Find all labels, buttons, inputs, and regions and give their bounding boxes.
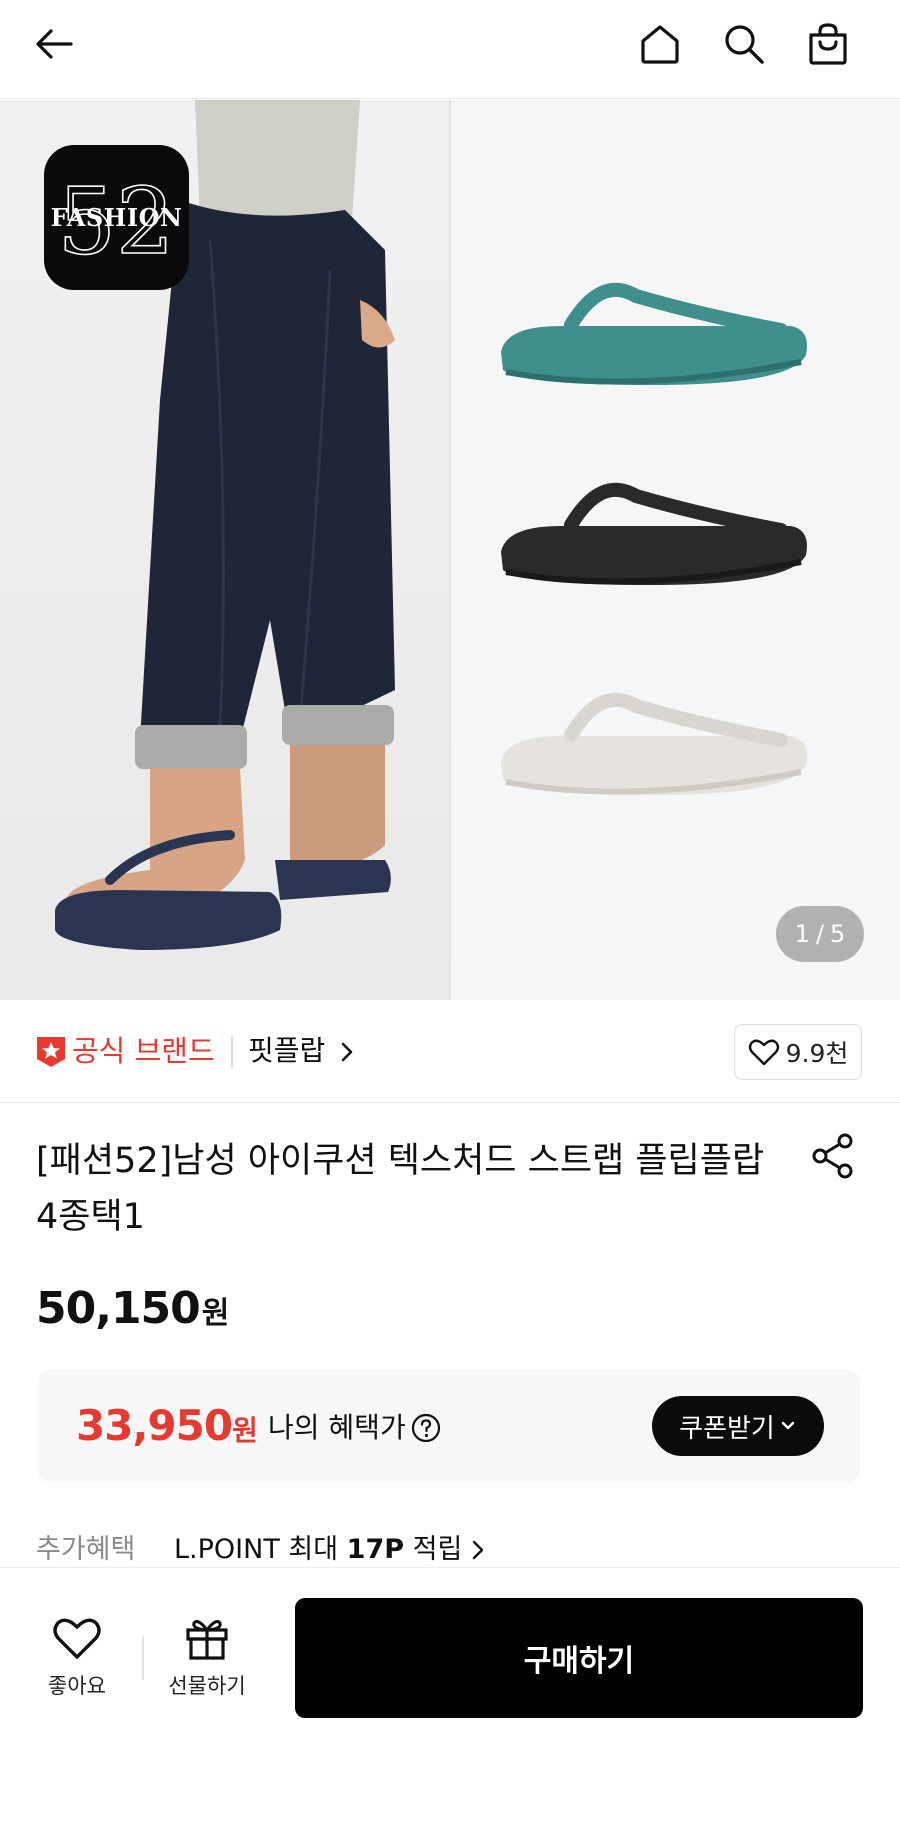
original-price: 50,150원 — [36, 1283, 230, 1334]
model-photo: 52 FASHION — [0, 100, 450, 1000]
image-page-indicator: 1 / 5 — [776, 906, 864, 962]
brand-name-link[interactable]: 핏플랍 — [248, 1031, 325, 1071]
brand-logo: 52 FASHION — [44, 145, 189, 290]
chevron-down-icon — [781, 1421, 795, 1430]
home-icon — [641, 25, 679, 64]
shopping-bag-icon — [809, 23, 847, 65]
arrow-left-icon — [36, 29, 73, 59]
price-unit: 원 — [201, 1296, 230, 1331]
buy-button[interactable]: 구매하기 — [295, 1598, 863, 1718]
sandal-black — [501, 482, 807, 585]
extra-benefit-value: L.POINT 최대 17P 적립 — [174, 1530, 462, 1570]
chevron-right-icon — [472, 1540, 484, 1560]
coupon-download-button[interactable]: 쿠폰받기 — [652, 1396, 824, 1456]
extra-benefit-label: 추가혜택 — [36, 1534, 136, 1565]
bottom-separator — [142, 1636, 144, 1680]
benefit-label: 나의 혜택가 — [268, 1411, 406, 1444]
sandal-teal — [501, 282, 807, 385]
heart-icon — [748, 1039, 779, 1066]
like-count: 9.9천 — [785, 1039, 849, 1068]
gift-icon — [186, 1620, 228, 1660]
extra-benefit-prefix: L.POINT 최대 — [174, 1534, 347, 1565]
brand-row: 공식 브랜드 핏플랍 9.9천 — [0, 1001, 900, 1103]
top-header — [0, 0, 900, 99]
help-icon[interactable] — [410, 1412, 442, 1444]
product-title: [패션52]남성 아이쿠션 텍스처드 스트랩 플립플랍 4종택1 — [36, 1141, 765, 1237]
sandal-illustrations — [501, 282, 807, 795]
bottom-action-bar: 좋아요 선물하기 구매하기 — [0, 1567, 900, 1823]
benefit-price: 33,950원 — [76, 1400, 258, 1457]
gift-label: 선물하기 — [168, 1674, 246, 1698]
benefit-price-value: 33,950 — [76, 1401, 233, 1450]
price-value: 50,150 — [36, 1283, 201, 1334]
extra-benefit-points: 17P — [346, 1534, 405, 1565]
logo-text: FASHION — [50, 203, 183, 232]
official-star-badge-icon — [37, 1037, 65, 1067]
page-current: 1 — [794, 920, 810, 948]
extra-benefit-row[interactable]: 추가혜택 L.POINT 최대 17P 적립 — [36, 1530, 866, 1570]
coupon-label: 쿠폰받기 — [679, 1413, 775, 1444]
like-count-button[interactable]: 9.9천 — [734, 1024, 862, 1080]
product-image-carousel[interactable]: 52 FASHION 1 / 5 — [0, 100, 900, 1000]
page-total: 5 — [830, 920, 846, 948]
sandal-white — [501, 692, 807, 795]
chevron-right-icon[interactable] — [338, 1039, 356, 1065]
like-label: 좋아요 — [48, 1674, 106, 1698]
page-separator: / — [815, 920, 825, 948]
brand-separator — [231, 1037, 233, 1067]
like-button[interactable]: 좋아요 — [22, 1614, 132, 1714]
search-icon — [725, 25, 764, 64]
gift-button[interactable]: 선물하기 — [152, 1614, 262, 1714]
share-icon[interactable] — [808, 1130, 860, 1182]
heart-icon — [53, 1618, 101, 1659]
official-brand-label: 공식 브랜드 — [72, 1034, 215, 1068]
back-button[interactable] — [26, 16, 82, 72]
search-button[interactable] — [716, 16, 772, 72]
home-button[interactable] — [632, 16, 688, 72]
extra-benefit-suffix: 적립 — [404, 1534, 463, 1565]
product-color-swatches — [451, 100, 900, 1000]
benefit-price-box: 33,950원 나의 혜택가 쿠폰받기 — [38, 1370, 860, 1482]
benefit-price-unit: 원 — [232, 1414, 258, 1447]
cart-button[interactable] — [800, 16, 856, 72]
